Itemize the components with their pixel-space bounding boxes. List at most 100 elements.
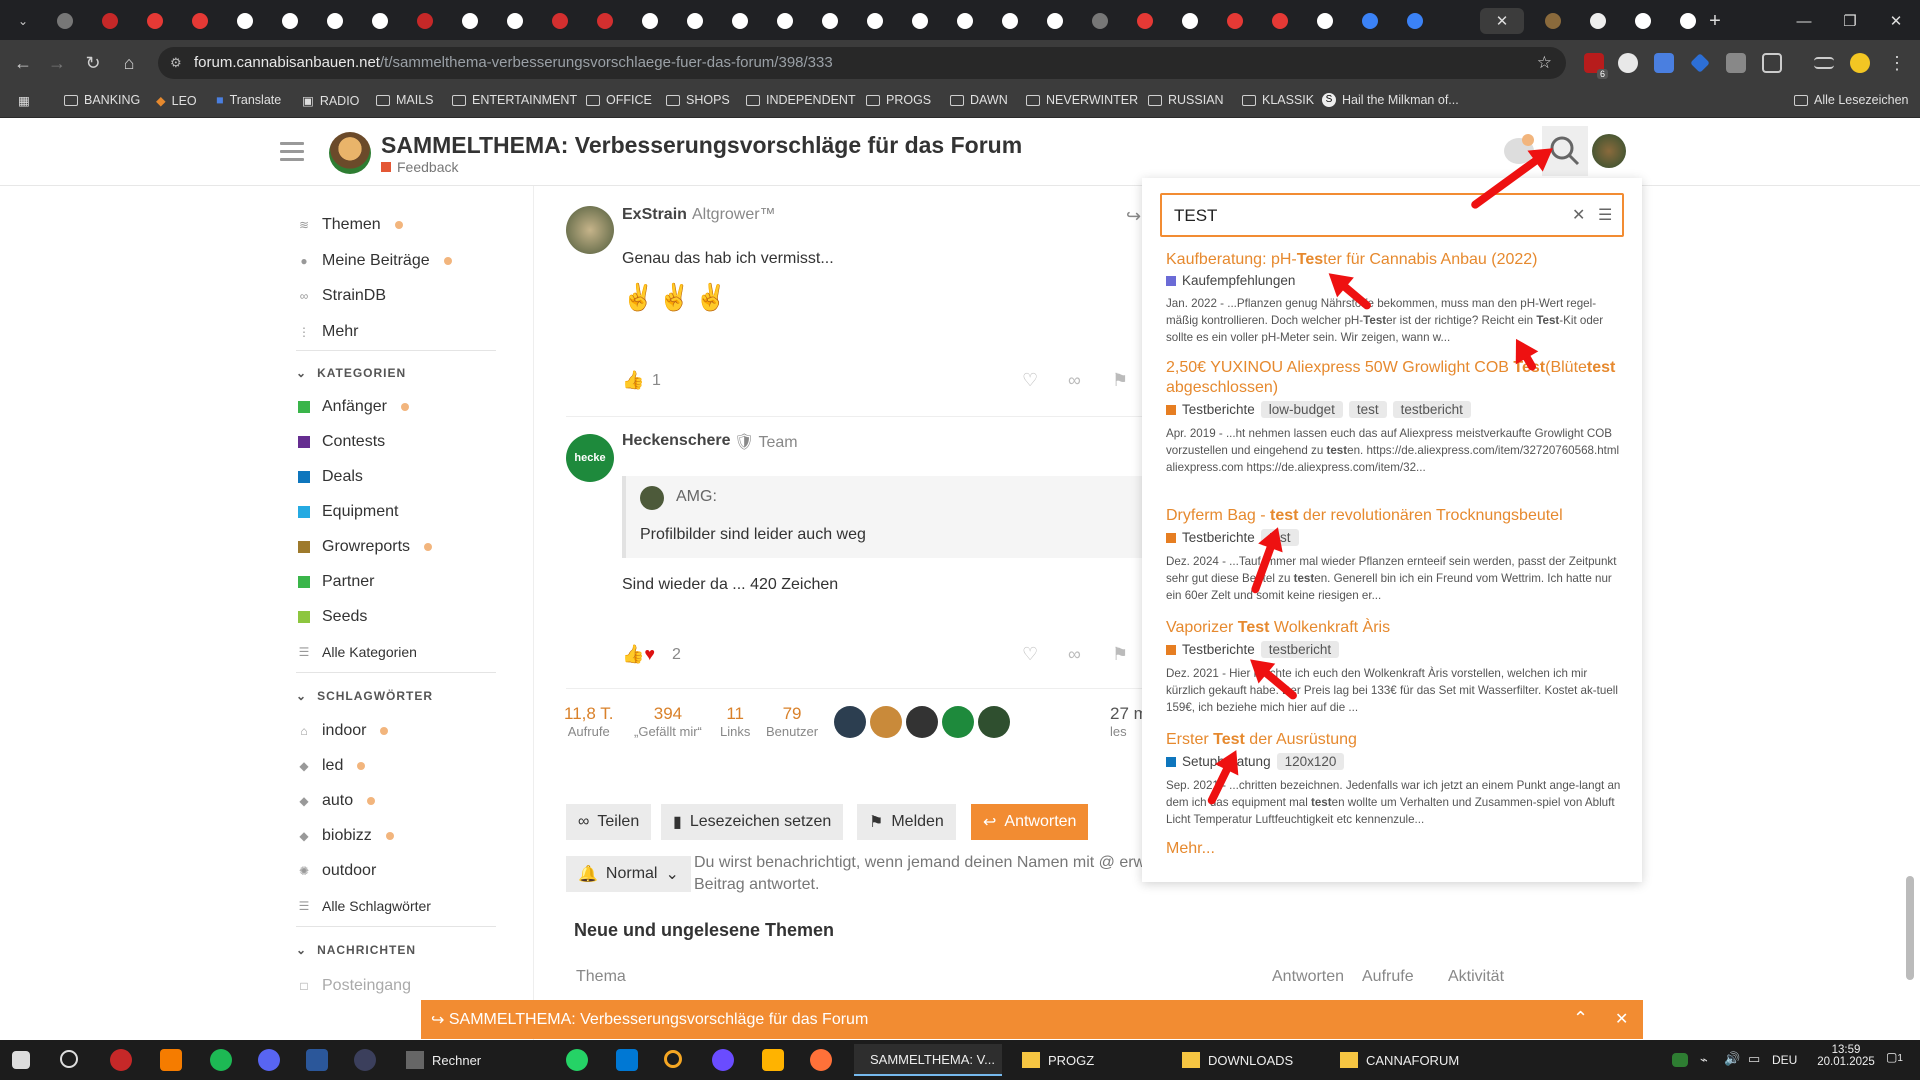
sidebar-item-themen[interactable]: ≋ Themen <box>298 216 403 234</box>
bookmark-banking[interactable]: BANKING <box>64 93 140 107</box>
clear-search-icon[interactable]: ✕ <box>1572 205 1585 225</box>
heart-icon[interactable]: ♡ <box>1022 370 1038 391</box>
sidebar-tag[interactable]: ◆ led <box>298 757 366 775</box>
browser-tab[interactable] <box>1583 8 1613 34</box>
browser-tab[interactable] <box>770 8 800 34</box>
browser-tab[interactable] <box>50 8 80 34</box>
reload-icon[interactable]: ↻ <box>80 50 106 76</box>
app-icon-purple[interactable] <box>712 1049 734 1071</box>
whatsapp-icon[interactable] <box>566 1049 588 1071</box>
browser-tab[interactable] <box>1085 8 1115 34</box>
browser-tab[interactable] <box>185 8 215 34</box>
search-result-tag[interactable]: test <box>1348 401 1387 418</box>
browser-tab[interactable] <box>365 8 395 34</box>
browser-tab[interactable] <box>140 8 170 34</box>
avatar[interactable] <box>906 706 938 738</box>
search-result-title[interactable]: Erster Test der Ausrüstung <box>1166 730 1626 750</box>
apps-grid-icon[interactable]: ▦ <box>18 93 30 108</box>
new-tab-button[interactable]: + <box>1700 8 1730 34</box>
browser-tab[interactable] <box>95 8 125 34</box>
post-username[interactable]: ExStrain <box>622 206 687 224</box>
browser-menu-icon[interactable]: ⋮ <box>1884 50 1910 76</box>
address-bar[interactable]: ⚙ forum.cannabisanbauen.net/t/sammelthem… <box>158 47 1566 79</box>
browser-tab[interactable] <box>995 8 1025 34</box>
windows-start-icon[interactable] <box>12 1051 30 1069</box>
minimize-button[interactable]: — <box>1784 8 1824 34</box>
sidebar-tag[interactable]: ◆ auto <box>298 792 376 810</box>
keyboard-language[interactable]: DEU <box>1772 1053 1797 1067</box>
avatar[interactable] <box>942 706 974 738</box>
share-button[interactable]: ∞ Teilen <box>566 804 652 840</box>
scroll-top-icon[interactable]: ⌃ <box>1573 1008 1588 1029</box>
browser-tab[interactable] <box>725 8 755 34</box>
extension-privacy-icon[interactable] <box>1618 53 1638 73</box>
bookmark-star-icon[interactable]: ☆ <box>1537 47 1552 79</box>
browser-tab[interactable] <box>230 8 260 34</box>
browser-tab[interactable] <box>1400 8 1430 34</box>
bookmark-dawn[interactable]: DAWN <box>950 93 1008 107</box>
search-result-title[interactable]: 2,50€ YUXINOU Aliexpress 50W Growlight C… <box>1166 358 1626 398</box>
home-icon[interactable]: ⌂ <box>116 50 142 76</box>
sidebar-category[interactable]: Seeds <box>298 608 367 626</box>
browser-tab[interactable] <box>680 8 710 34</box>
forward-icon[interactable]: → <box>44 50 70 76</box>
bookmark-mails[interactable]: MAILS <box>376 93 434 107</box>
browser-tab[interactable] <box>1673 8 1703 34</box>
search-app-icon[interactable] <box>664 1050 682 1068</box>
browser-tab[interactable] <box>500 8 530 34</box>
taskbar-app-chrome[interactable]: SAMMELTHEMA: V... <box>854 1044 1002 1076</box>
flag-icon[interactable]: ⚑ <box>1112 370 1128 391</box>
search-result[interactable]: Dryferm Bag - test der revolutionären Tr… <box>1166 506 1626 604</box>
like-reaction-icon[interactable]: 👍♥ <box>622 644 655 665</box>
browser-tab[interactable] <box>1538 8 1568 34</box>
active-tab[interactable]: ✕ <box>1480 8 1524 34</box>
all-categories-link[interactable]: ☰ Alle Kategorien <box>298 644 417 660</box>
browser-tab[interactable] <box>1265 8 1295 34</box>
bookmark-independent[interactable]: INDEPENDENT <box>746 93 856 107</box>
bookmark-leo[interactable]: ◆ LEO <box>156 93 197 109</box>
avatar[interactable] <box>978 706 1010 738</box>
like-reaction-icon[interactable]: 👍 <box>622 370 644 391</box>
search-icon[interactable] <box>60 1050 78 1068</box>
taskbar-app-progz[interactable]: PROGZ <box>1014 1044 1102 1076</box>
sidebar-category[interactable]: Deals <box>298 468 363 486</box>
extension-ublock-icon[interactable]: 6 <box>1584 53 1608 79</box>
column-header-topic[interactable]: Thema <box>576 968 626 986</box>
app-icon-blue[interactable] <box>616 1049 638 1071</box>
link-icon[interactable]: ∞ <box>1068 370 1081 391</box>
search-result-tag[interactable]: testbericht <box>1392 401 1471 418</box>
extension-gray-icon[interactable] <box>1726 53 1746 73</box>
notification-level-dropdown[interactable]: 🔔 Normal ⌄ <box>566 856 691 892</box>
taskbar-app-cannaforum[interactable]: CANNAFORUM <box>1332 1044 1467 1076</box>
bookmark-neverwinter[interactable]: NEVERWINTER <box>1026 93 1138 107</box>
bookmark-russian[interactable]: RUSSIAN <box>1148 93 1224 107</box>
column-header-activity[interactable]: Aktivität <box>1448 968 1504 986</box>
search-input-wrapper[interactable]: ✕ ☰ <box>1160 193 1624 237</box>
messages-section-toggle[interactable]: ⌄ NACHRICHTEN <box>296 943 416 957</box>
browser-tab[interactable] <box>1175 8 1205 34</box>
media-controls-icon[interactable] <box>1814 57 1834 69</box>
profile-avatar[interactable] <box>1850 53 1870 73</box>
browser-tab[interactable] <box>1220 8 1250 34</box>
browser-tab[interactable] <box>275 8 305 34</box>
browser-tab[interactable] <box>950 8 980 34</box>
display-icon[interactable]: ▭ <box>1748 1051 1760 1067</box>
browser-tab[interactable] <box>545 8 575 34</box>
close-icon[interactable]: ✕ <box>1496 12 1509 30</box>
search-result-tag[interactable]: 120x120 <box>1276 753 1345 770</box>
topic-title[interactable]: SAMMELTHEMA: Verbesserungsvorschläge für… <box>381 132 1022 159</box>
tags-section-toggle[interactable]: ⌄ SCHLAGWÖRTER <box>296 689 433 703</box>
browser-tab[interactable] <box>1310 8 1340 34</box>
app-icon-green[interactable] <box>210 1049 232 1071</box>
bookmark-translate[interactable]: ■ Translate <box>216 93 281 107</box>
advanced-search-icon[interactable]: ☰ <box>1598 205 1612 225</box>
window-close-button[interactable]: ✕ <box>1876 8 1916 34</box>
browser-tab[interactable] <box>320 8 350 34</box>
extension-diamond-icon[interactable] <box>1690 53 1710 73</box>
search-result-title[interactable]: Dryferm Bag - test der revolutionären Tr… <box>1166 506 1626 526</box>
sidebar-category[interactable]: Growreports <box>298 538 433 556</box>
site-info-icon[interactable]: ⚙ <box>170 47 182 79</box>
page-scrollbar[interactable] <box>1906 876 1914 980</box>
reply-arrow-icon[interactable]: ↪ <box>1126 206 1141 227</box>
extensions-puzzle-icon[interactable] <box>1762 53 1782 73</box>
